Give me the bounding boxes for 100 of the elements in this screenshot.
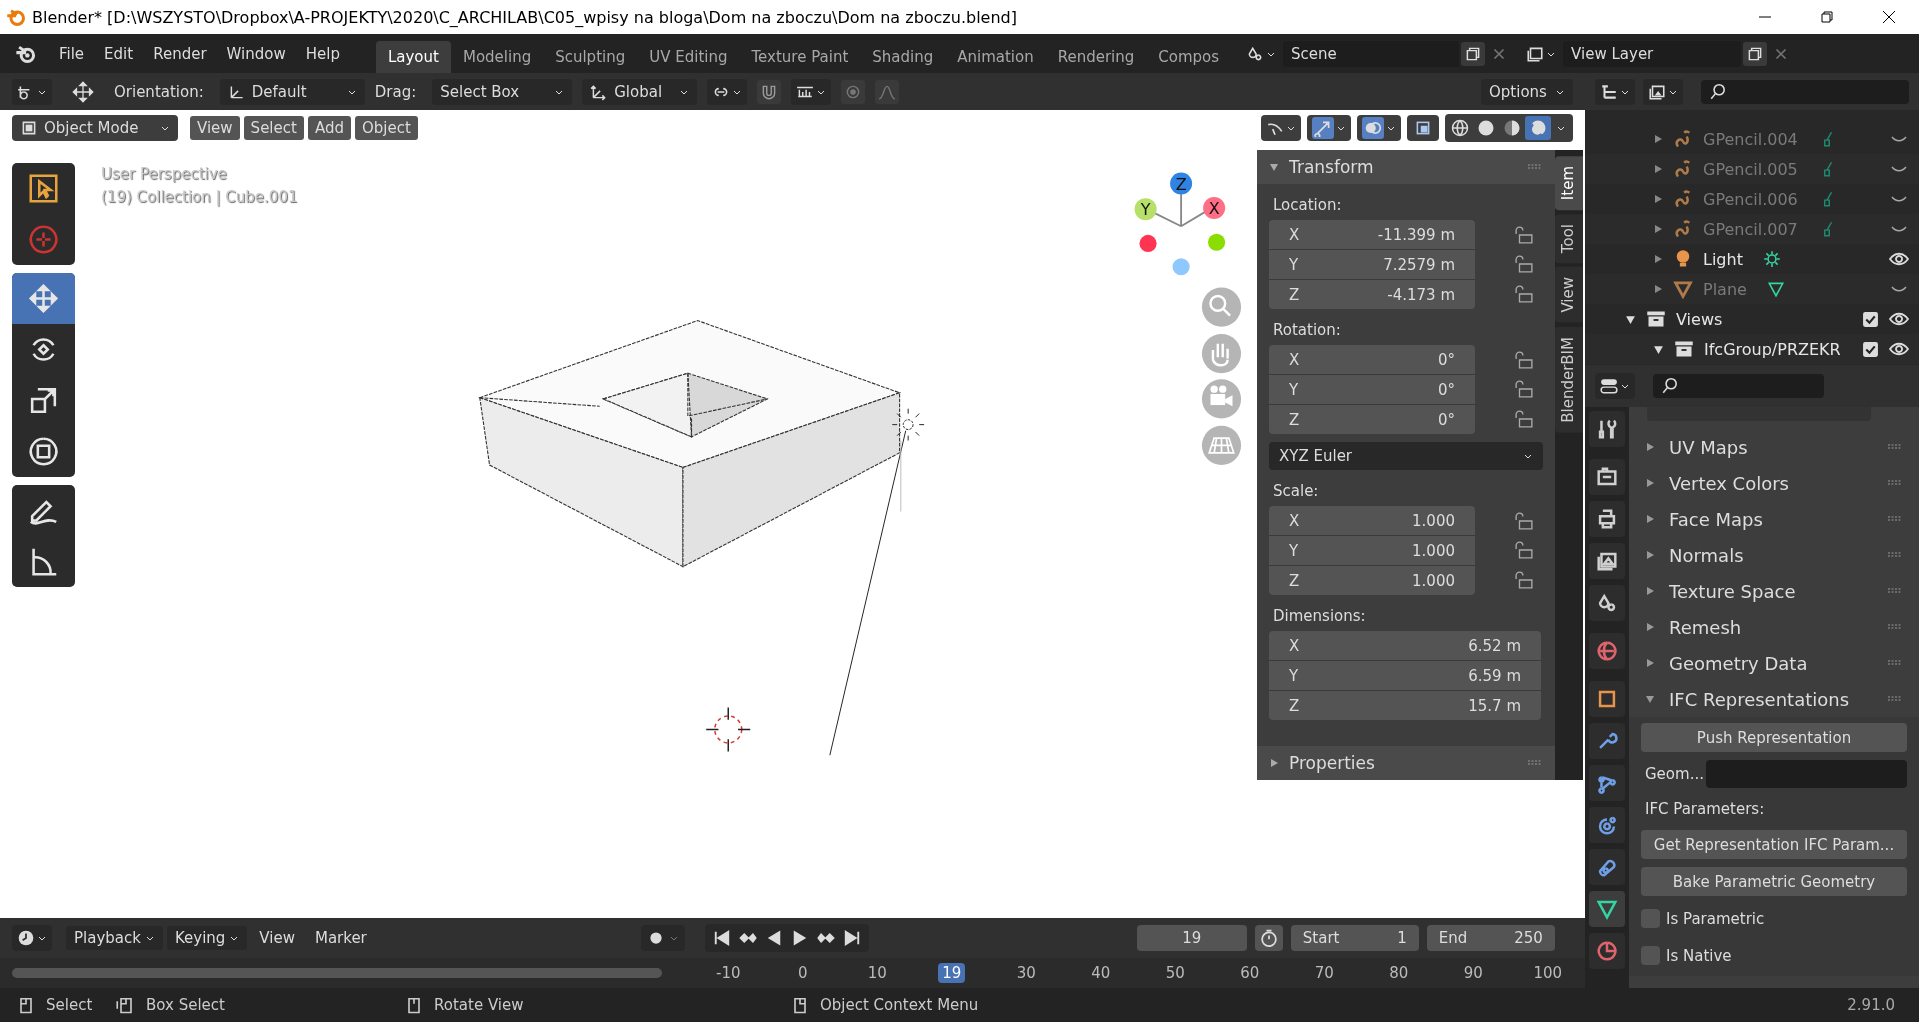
data-tab-icon[interactable] (1589, 891, 1625, 927)
checkbox[interactable] (1862, 340, 1879, 358)
world-tab-icon[interactable] (1589, 633, 1625, 669)
checkbox-label[interactable]: Is Parametric (1666, 909, 1765, 928)
material-tab-icon[interactable] (1589, 933, 1625, 969)
panel-header[interactable]: Properties (1257, 746, 1555, 780)
current-frame-field[interactable]: 19 (1136, 925, 1247, 951)
panel-header[interactable]: Texture Space (1637, 573, 1911, 609)
number-field[interactable]: Z 15.7 m (1269, 691, 1541, 720)
pivot-dropdown[interactable] (707, 78, 748, 105)
xray-toggle[interactable] (1407, 115, 1439, 141)
options-dropdown[interactable]: Options (1481, 78, 1573, 105)
drag-handle-icon[interactable] (1887, 588, 1903, 594)
editor-type-dropdown[interactable] (12, 925, 52, 951)
physics-tab-icon[interactable] (1589, 807, 1625, 843)
push-representation-button[interactable]: Push Representation (1641, 723, 1907, 752)
view-layer-field[interactable]: View Layer (1563, 40, 1742, 67)
stopwatch-icon[interactable] (1254, 925, 1283, 951)
falloff-icon[interactable] (875, 79, 900, 104)
padlock-icon[interactable] (1513, 541, 1535, 560)
end-frame-field[interactable]: End 250 (1426, 925, 1555, 951)
workspace-tab[interactable]: Rendering (1045, 41, 1147, 73)
number-field[interactable]: X 0° (1269, 345, 1475, 374)
number-field[interactable]: X -11.399 m (1269, 220, 1475, 249)
eye-icon[interactable] (1889, 342, 1909, 356)
panel-header[interactable]: Remesh (1637, 609, 1911, 645)
panel-header[interactable]: Normals (1637, 537, 1911, 573)
sun-icon[interactable] (1762, 250, 1781, 268)
expand-triangle-icon[interactable] (1625, 313, 1636, 325)
drag-handle-icon[interactable] (1527, 164, 1543, 170)
magnet-icon[interactable] (757, 79, 782, 104)
tool-dropdown[interactable] (12, 78, 52, 105)
workspace-tab[interactable]: Compos (1146, 41, 1232, 73)
number-field[interactable]: Y 1.000 (1269, 536, 1475, 565)
particles-tab-icon[interactable] (1589, 765, 1625, 801)
expand-triangle-icon[interactable] (1653, 343, 1664, 355)
timeline-menu[interactable]: Marker (306, 926, 375, 950)
rendered-shading-icon[interactable] (1525, 116, 1551, 140)
eye-icon[interactable] (1889, 252, 1909, 266)
mesh-data-icon[interactable] (1766, 280, 1785, 298)
sidebar-tab[interactable]: Tool (1555, 214, 1583, 264)
outliner-item[interactable]: IfcGroup/PRZEKR (1704, 339, 1841, 359)
vector-field[interactable]: X 0° Y 0° Z 0° (1269, 345, 1475, 434)
snap-dropdown[interactable] (791, 78, 832, 105)
transform-orientation-dropdown[interactable]: Global (582, 78, 698, 105)
drag-handle-icon[interactable] (1887, 696, 1903, 702)
navigation-gizmo[interactable] (1134, 172, 1226, 276)
record-button[interactable] (640, 925, 685, 951)
workspace-tab[interactable]: UV Editing (637, 41, 740, 73)
padlock-icon[interactable] (1513, 350, 1535, 369)
workspace-tab[interactable]: Sculpting (543, 41, 638, 73)
checkbox[interactable] (1641, 946, 1660, 965)
panel-header[interactable]: Geometry Data (1637, 645, 1911, 681)
checkbox[interactable] (1641, 909, 1660, 928)
outliner-item[interactable]: GPencil.004 (1703, 129, 1798, 149)
sidebar-tab[interactable]: View (1555, 267, 1583, 323)
padlock-icon[interactable] (1513, 285, 1535, 304)
rotation-mode-dropdown[interactable]: XYZ Euler (1269, 442, 1543, 470)
number-field[interactable]: Y 7.2579 m (1269, 250, 1475, 279)
number-field[interactable]: X 1.000 (1269, 506, 1475, 535)
gizmo-toggle[interactable] (1307, 115, 1351, 141)
menu-item[interactable]: Render (143, 44, 217, 63)
number-field[interactable]: Z 1.000 (1269, 566, 1475, 595)
panel-header[interactable]: UV Maps (1637, 429, 1911, 465)
workspace-tab[interactable]: Modeling (450, 41, 544, 73)
menu-item[interactable]: File (49, 44, 95, 63)
number-field[interactable]: Y 6.59 m (1269, 661, 1541, 690)
padlock-icon[interactable] (1513, 511, 1535, 530)
mode-dropdown[interactable]: Object Mode (12, 115, 178, 141)
drag-handle-icon[interactable] (1887, 624, 1903, 630)
workspace-tab[interactable]: Layout (375, 41, 451, 73)
workspace-tab[interactable]: Shading (860, 41, 946, 73)
render-tab-icon[interactable] (1589, 459, 1625, 495)
padlock-icon[interactable] (1513, 225, 1535, 244)
drag-handle-icon[interactable] (1887, 552, 1903, 558)
tool-tab-icon[interactable] (1589, 411, 1625, 447)
search-field[interactable] (1701, 79, 1909, 104)
view-layer-tab-icon[interactable] (1589, 543, 1625, 579)
output-tab-icon[interactable] (1589, 501, 1625, 537)
start-frame-field[interactable]: Start 1 (1290, 925, 1419, 951)
outliner-item[interactable]: Views (1676, 309, 1723, 329)
menu-item[interactable]: Window (216, 44, 296, 63)
drag-handle-icon[interactable] (1887, 660, 1903, 666)
constraint-tab-icon[interactable] (1589, 849, 1625, 885)
viewport-menu[interactable]: View (190, 116, 240, 140)
panel-header[interactable]: Vertex Colors (1637, 465, 1911, 501)
copy-icon[interactable] (1743, 41, 1768, 66)
bake-geometry-button[interactable]: Bake Parametric Geometry (1641, 867, 1907, 896)
timeline-menu[interactable]: Keying (166, 926, 248, 950)
panel-header[interactable]: IFC Representations (1637, 681, 1911, 717)
checkbox[interactable] (1862, 310, 1879, 328)
menu-item[interactable]: Edit (94, 44, 144, 63)
vector-field[interactable]: X 1.000 Y 1.000 Z 1.000 (1269, 506, 1475, 595)
outliner-item[interactable]: Light (1703, 249, 1743, 269)
filter-dropdown[interactable] (1643, 78, 1683, 105)
drag-handle-icon[interactable] (1887, 516, 1903, 522)
workspace-tab[interactable]: Texture Paint (739, 41, 861, 73)
display-mode-dropdown[interactable] (1595, 78, 1635, 105)
object-tab-icon[interactable] (1589, 681, 1625, 717)
viewport[interactable] (0, 110, 1585, 918)
